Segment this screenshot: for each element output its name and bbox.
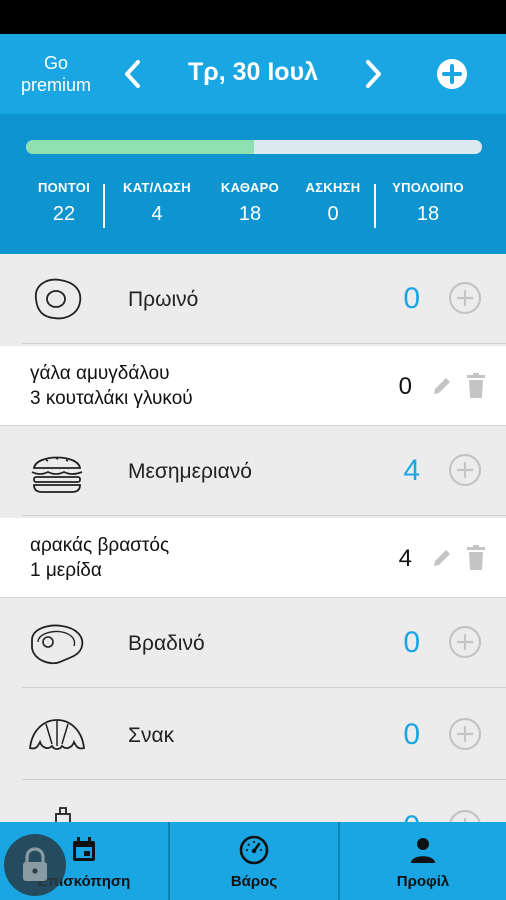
- tab-profile[interactable]: Προφίλ: [340, 822, 506, 900]
- stat-value: 22: [52, 203, 76, 225]
- trash-icon[interactable]: [464, 372, 488, 400]
- add-circle-icon[interactable]: [448, 281, 482, 315]
- stat-value: 4: [151, 203, 163, 225]
- add-circle-icon[interactable]: [448, 717, 482, 751]
- trash-icon[interactable]: [464, 544, 488, 572]
- meal-row-breakfast[interactable]: Πρωινό 0: [0, 254, 506, 344]
- entry-points: 0: [398, 373, 412, 400]
- lock-icon: [23, 847, 47, 881]
- pencil-icon[interactable]: [430, 546, 454, 570]
- stat-value: 18: [416, 203, 440, 225]
- stat-label: ΠΟΝΤΟΙ: [37, 180, 91, 195]
- meal-name: Μεσημεριανό: [128, 460, 252, 483]
- plus-circle-icon: [437, 59, 467, 89]
- steak-icon: [31, 624, 84, 665]
- add-circle-icon[interactable]: [448, 453, 482, 487]
- row-separator: [22, 687, 506, 688]
- stat-label: ΑΣΚΗΣΗ: [305, 180, 361, 195]
- speedometer-icon: [239, 835, 269, 865]
- row-separator: [22, 515, 506, 516]
- current-date[interactable]: Τρ, 30 Ιουλ: [160, 58, 346, 87]
- row-separator: [22, 779, 506, 780]
- stat-label: ΚΑΘΑΡΟ: [220, 180, 280, 195]
- next-day-button[interactable]: [358, 54, 388, 94]
- meal-row-lunch[interactable]: Μεσημεριανό 4: [0, 426, 506, 516]
- meal-row-snack[interactable]: Σνακ 0: [0, 690, 506, 780]
- tab-weight[interactable]: Βάρος: [170, 822, 338, 900]
- previous-day-button[interactable]: [118, 54, 148, 94]
- tab-label: Βάρος: [230, 873, 278, 890]
- food-entry[interactable]: αρακάς βραστός 1 μερίδα 4: [0, 518, 506, 598]
- lock-button[interactable]: [4, 834, 66, 896]
- go-premium-button[interactable]: Go premium: [14, 52, 98, 96]
- meal-points: 0: [403, 810, 420, 822]
- pencil-icon[interactable]: [430, 374, 454, 398]
- meal-points: 0: [403, 718, 420, 751]
- entry-name: γάλα αμυγδάλου: [30, 363, 170, 384]
- burger-icon: [31, 456, 83, 493]
- food-entry[interactable]: γάλα αμυγδάλου 3 κουταλάκι γλυκού 0: [0, 346, 506, 426]
- croissant-icon: [29, 719, 85, 750]
- meal-row-drinks[interactable]: 0: [0, 782, 506, 822]
- stat-value: 0: [327, 203, 339, 225]
- daily-progress-bar: [26, 140, 482, 154]
- meal-name: Βραδινό: [128, 632, 205, 655]
- status-bar: [0, 0, 506, 34]
- stat-net: ΚΑΘΑΡΟ 18: [214, 180, 286, 226]
- stat-exercise: ΑΣΚΗΣΗ 0: [298, 180, 368, 226]
- entry-points: 4: [398, 545, 412, 572]
- meal-list: Πρωινό 0 γάλα αμυγδάλου 3 κουταλάκι γλυκ…: [0, 254, 506, 822]
- add-food-button[interactable]: [434, 56, 470, 92]
- person-icon: [411, 838, 435, 863]
- add-circle-icon[interactable]: [448, 809, 482, 822]
- stat-points: ΠΟΝΤΟΙ 22: [30, 180, 98, 226]
- stat-label: ΚΑΤ/ΛΩΣΗ: [123, 180, 191, 195]
- bottom-navigation: Επισκόπηση Βάρος Προφίλ: [0, 822, 506, 900]
- meal-points: 0: [403, 282, 420, 315]
- tab-label: Προφίλ: [396, 873, 450, 890]
- stat-divider: [103, 184, 105, 228]
- meal-name: Πρωινό: [128, 288, 199, 311]
- meal-points: 0: [403, 626, 420, 659]
- progress-fill: [26, 140, 254, 154]
- entry-portion: 1 μερίδα: [30, 560, 102, 581]
- stat-consumption: ΚΑΤ/ΛΩΣΗ 4: [116, 180, 198, 226]
- meal-row-dinner[interactable]: Βραδινό 0: [0, 598, 506, 688]
- stat-label: ΥΠΟΛΟΙΠΟ: [392, 180, 464, 195]
- app-header: Go premium Τρ, 30 Ιουλ: [0, 34, 506, 114]
- stat-value: 18: [238, 203, 262, 225]
- chevron-left-icon: [125, 60, 140, 88]
- add-circle-icon[interactable]: [448, 625, 482, 659]
- points-summary: ΠΟΝΤΟΙ 22 ΚΑΤ/ΛΩΣΗ 4 ΚΑΘΑΡΟ 18 ΑΣΚΗΣΗ 0 …: [0, 114, 506, 254]
- calendar-icon: [73, 837, 95, 861]
- meal-points: 4: [403, 454, 420, 487]
- meal-name: Σνακ: [128, 724, 175, 747]
- egg-icon: [35, 278, 82, 320]
- entry-portion: 3 κουταλάκι γλυκού: [30, 388, 193, 409]
- entry-name: αρακάς βραστός: [30, 535, 170, 556]
- drinks-icon: [55, 807, 71, 822]
- row-separator: [22, 343, 506, 344]
- stat-divider: [374, 184, 376, 228]
- stat-remaining: ΥΠΟΛΟΙΠΟ 18: [384, 180, 472, 226]
- chevron-right-icon: [366, 60, 381, 88]
